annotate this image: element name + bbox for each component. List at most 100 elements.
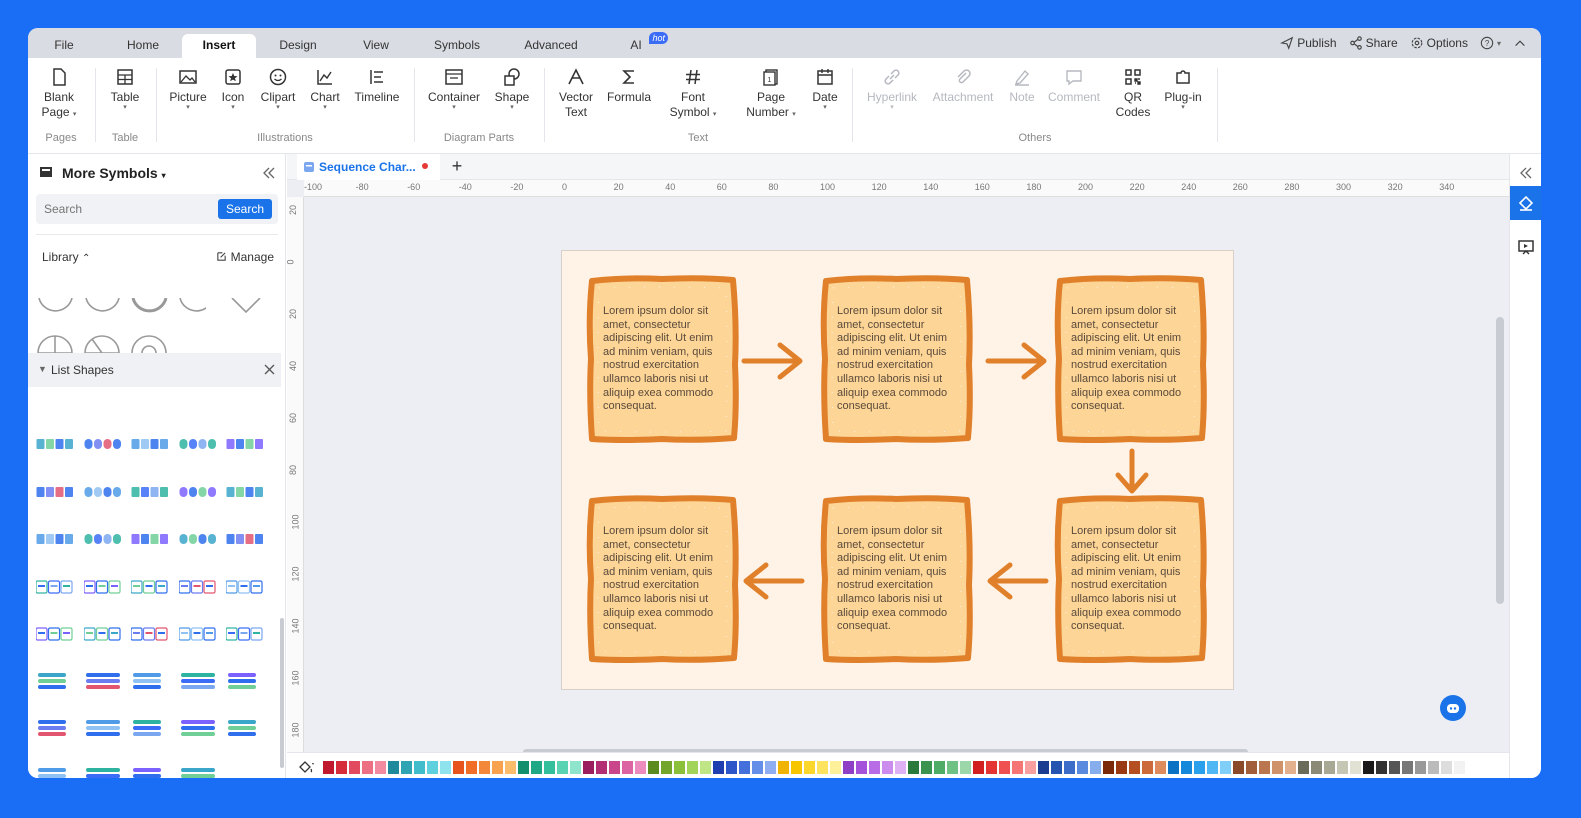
list-shape-thumbnail[interactable] <box>226 434 264 454</box>
panel-scrollbar[interactable] <box>280 618 284 768</box>
diamond-symbol-icon[interactable] <box>228 298 264 320</box>
picture-button[interactable]: Picture ▾ <box>168 64 208 111</box>
help-button[interactable]: ? ▾ <box>1480 36 1501 50</box>
color-swatch[interactable] <box>479 761 490 774</box>
color-swatch[interactable] <box>375 761 386 774</box>
color-swatch[interactable] <box>713 761 724 774</box>
list-shape-thumbnail[interactable] <box>36 434 74 454</box>
color-swatch[interactable] <box>986 761 997 774</box>
process-card[interactable]: Lorem ipsum dolor sit amet, consectetur … <box>820 275 973 443</box>
color-swatch[interactable] <box>1441 761 1452 774</box>
color-swatch[interactable] <box>1181 761 1192 774</box>
process-card[interactable]: Lorem ipsum dolor sit amet, consectetur … <box>1054 495 1207 663</box>
color-swatch[interactable] <box>596 761 607 774</box>
list-shape-thumbnail[interactable] <box>36 529 74 549</box>
list-shape-thumbnail[interactable] <box>35 577 74 597</box>
color-swatch[interactable] <box>1064 761 1075 774</box>
color-swatch[interactable] <box>1376 761 1387 774</box>
list-shape-thumbnail[interactable] <box>84 529 122 549</box>
color-swatch[interactable] <box>843 761 854 774</box>
color-swatch[interactable] <box>1259 761 1270 774</box>
chart-button[interactable]: Chart ▾ <box>308 64 342 111</box>
arrow-down[interactable] <box>1110 447 1154 497</box>
note-button[interactable]: Note <box>1006 64 1038 105</box>
diagram-page[interactable]: Lorem ipsum dolor sit amet, consectetur … <box>561 250 1234 690</box>
color-swatch[interactable] <box>1324 761 1335 774</box>
list-shape-thumbnail[interactable] <box>131 482 169 502</box>
color-swatch[interactable] <box>752 761 763 774</box>
list-shape-thumbnail[interactable] <box>177 577 217 597</box>
color-swatch[interactable] <box>1298 761 1309 774</box>
container-button[interactable]: Container ▾ <box>426 64 482 111</box>
color-swatch[interactable] <box>908 761 919 774</box>
color-swatch[interactable] <box>765 761 776 774</box>
list-shape-thumbnail[interactable] <box>179 767 217 779</box>
list-shape-thumbnail[interactable] <box>179 719 217 739</box>
list-shape-thumbnail[interactable] <box>225 624 264 644</box>
format-panel-button[interactable] <box>1510 186 1541 220</box>
color-swatch[interactable] <box>661 761 672 774</box>
color-swatch[interactable] <box>1129 761 1140 774</box>
color-swatch[interactable] <box>583 761 594 774</box>
color-swatch[interactable] <box>1194 761 1205 774</box>
color-swatch[interactable] <box>518 761 529 774</box>
color-swatch[interactable] <box>921 761 932 774</box>
list-shape-thumbnail[interactable] <box>177 624 217 644</box>
color-swatch[interactable] <box>1428 761 1439 774</box>
close-icon[interactable] <box>264 364 275 375</box>
list-shape-thumbnail[interactable] <box>84 434 122 454</box>
color-swatch[interactable] <box>1155 761 1166 774</box>
process-card[interactable]: Lorem ipsum dolor sit amet, consectetur … <box>820 495 973 663</box>
arrow-left-2[interactable] <box>740 559 806 603</box>
search-button[interactable]: Search <box>217 199 272 219</box>
list-shape-thumbnail[interactable] <box>226 529 264 549</box>
menu-home[interactable]: Home <box>118 34 168 58</box>
color-swatch[interactable] <box>1012 761 1023 774</box>
list-shape-thumbnail[interactable] <box>84 719 122 739</box>
library-toggle[interactable]: Library ⌃ <box>42 250 90 264</box>
color-swatch[interactable] <box>1038 761 1049 774</box>
qr-codes-button[interactable]: QR Codes <box>1112 64 1154 120</box>
color-swatch[interactable] <box>1142 761 1153 774</box>
list-shape-thumbnail[interactable] <box>131 767 169 779</box>
color-swatch[interactable] <box>869 761 880 774</box>
list-shape-thumbnail[interactable] <box>226 672 264 692</box>
color-swatch[interactable] <box>687 761 698 774</box>
list-shape-thumbnail[interactable] <box>225 577 264 597</box>
vector-text-button[interactable]: Vector Text <box>554 64 598 120</box>
list-shape-thumbnail[interactable] <box>36 672 74 692</box>
color-swatch[interactable] <box>1350 761 1361 774</box>
list-shape-thumbnail[interactable] <box>226 482 264 502</box>
clipart-button[interactable]: Clipart ▾ <box>258 64 298 111</box>
color-swatch[interactable] <box>427 761 438 774</box>
arrow-right-2[interactable] <box>984 339 1050 383</box>
color-swatch[interactable] <box>622 761 633 774</box>
color-swatch[interactable] <box>830 761 841 774</box>
color-swatch[interactable] <box>362 761 373 774</box>
color-swatch[interactable] <box>1207 761 1218 774</box>
menu-design[interactable]: Design <box>274 34 322 58</box>
collapse-panel-icon[interactable] <box>262 166 276 180</box>
color-swatch[interactable] <box>557 761 568 774</box>
menu-ai[interactable]: AI hot <box>626 32 668 58</box>
list-shape-thumbnail[interactable] <box>84 482 122 502</box>
color-swatch[interactable] <box>1337 761 1348 774</box>
color-swatch[interactable] <box>1285 761 1296 774</box>
color-swatch[interactable] <box>466 761 477 774</box>
list-shape-thumbnail[interactable] <box>179 529 217 549</box>
color-swatch[interactable] <box>635 761 646 774</box>
color-swatch[interactable] <box>1168 761 1179 774</box>
list-shape-thumbnail[interactable] <box>36 719 74 739</box>
color-swatch[interactable] <box>1116 761 1127 774</box>
color-swatch[interactable] <box>999 761 1010 774</box>
color-swatch[interactable] <box>1051 761 1062 774</box>
color-swatch[interactable] <box>739 761 750 774</box>
color-swatch[interactable] <box>1220 761 1231 774</box>
publish-button[interactable]: Publish <box>1280 36 1337 50</box>
plugin-button[interactable]: Plug-in ▾ <box>1160 64 1206 111</box>
process-card[interactable]: Lorem ipsum dolor sit amet, consectetur … <box>1054 275 1207 443</box>
color-swatch[interactable] <box>388 761 399 774</box>
collapse-ribbon-button[interactable] <box>1513 36 1527 50</box>
symbol-search-input[interactable] <box>44 200 214 218</box>
color-swatch[interactable] <box>1454 761 1465 774</box>
